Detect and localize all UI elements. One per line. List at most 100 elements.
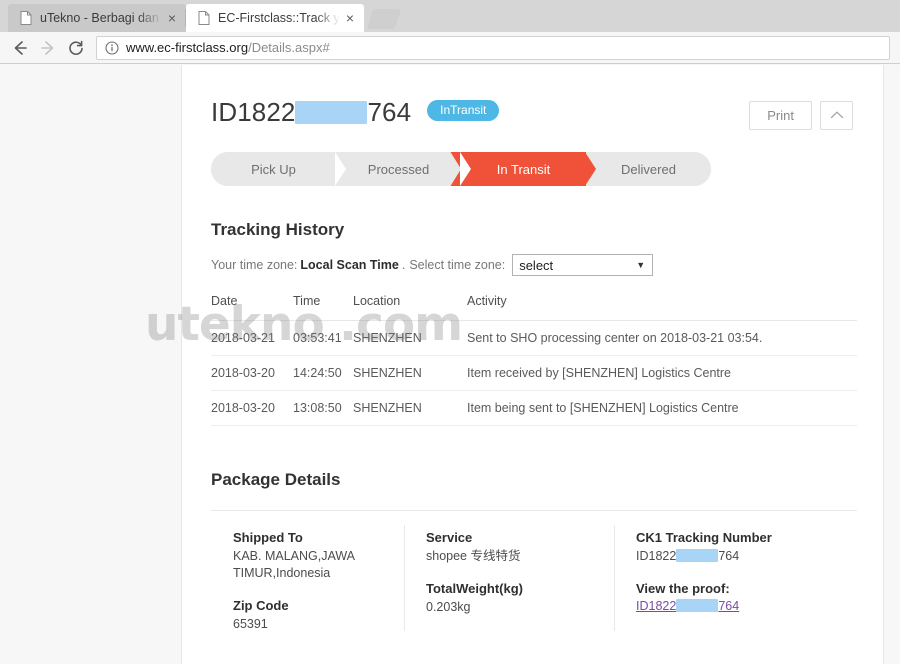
ck1-tracking-block: CK1 Tracking Number ID1822 764 <box>636 530 837 565</box>
column-header-time: Time <box>293 294 321 308</box>
proof-prefix: ID1822 <box>636 598 677 613</box>
progress-step-label: Pick Up <box>251 161 296 177</box>
cell-location: SHENZHEN <box>353 401 422 415</box>
browser-tab-2[interactable]: EC-Firstclass::Track your o × <box>186 4 364 32</box>
column-header-location: Location <box>353 294 401 308</box>
weight-block: TotalWeight(kg) 0.203kg <box>426 581 594 616</box>
info-icon[interactable] <box>105 40 119 55</box>
weight-value: 0.203kg <box>426 599 471 614</box>
ck1-prefix: ID1822 <box>636 549 677 563</box>
page-icon <box>20 11 32 25</box>
cell-time: 14:24:50 <box>293 366 342 380</box>
cell-date: 2018-03-20 <box>211 366 275 380</box>
proof-suffix: 764 <box>718 598 740 613</box>
cell-activity: Sent to SHO processing center on 2018-03… <box>467 331 763 345</box>
column-header-activity: Activity <box>467 294 507 308</box>
tracking-header-actions: Print <box>749 93 853 130</box>
reload-icon[interactable] <box>62 34 90 62</box>
progress-step-in-transit: In Transit <box>450 152 596 186</box>
cell-location: SHENZHEN <box>353 331 422 345</box>
cell-date: 2018-03-21 <box>211 331 275 345</box>
view-proof-label: View the proof: <box>636 580 730 596</box>
ck1-tracking-label: CK1 Tracking Number <box>636 530 772 545</box>
close-icon[interactable]: × <box>164 10 180 26</box>
package-column-tracking: CK1 Tracking Number ID1822 764 View the p… <box>614 525 857 633</box>
table-row: 2018-03-21 03:53:41 SHENZHEN Sent to SHO… <box>211 321 857 356</box>
progress-step-delivered: Delivered <box>586 152 711 186</box>
table-header-row: Date Time Location Activity <box>211 294 857 321</box>
service-label: Service <box>426 530 473 545</box>
tracking-history-table: Date Time Location Activity 2018-03-21 0… <box>145 294 857 426</box>
timezone-prefix-label: Your time zone: <box>211 258 298 272</box>
page-icon <box>198 11 210 25</box>
package-column-shipping: Shipped To KAB. MALANG,JAWA TIMUR,Indone… <box>211 530 404 633</box>
cell-date: 2018-03-20 <box>211 401 275 415</box>
progress-steps: Pick Up Processed In Transit Delivered <box>211 152 711 186</box>
tracking-header-left: ID1822 764 InTransit <box>211 93 749 128</box>
view-proof-block: View the proof: ID1822 764 <box>636 581 837 615</box>
close-icon[interactable]: × <box>342 10 358 26</box>
timezone-row: Your time zone: Local Scan Time . Select… <box>211 254 853 276</box>
timezone-selected-value: select <box>519 257 554 273</box>
table-row: 2018-03-20 13:08:50 SHENZHEN Item being … <box>211 391 857 426</box>
table-row: 2018-03-20 14:24:50 SHENZHEN Item receiv… <box>211 356 857 391</box>
progress-step-label: Delivered <box>621 161 676 177</box>
redaction-block <box>676 549 719 562</box>
new-tab-button[interactable] <box>366 9 402 29</box>
tab-strip: uTekno - Berbagi dan berbagi × EC-Firstc… <box>0 0 900 32</box>
browser-window: uTekno - Berbagi dan berbagi × EC-Firstc… <box>0 0 900 664</box>
service-block: Service shopee 专线特货 <box>426 530 594 565</box>
back-arrow-icon[interactable] <box>6 34 34 62</box>
collapse-button[interactable] <box>820 101 853 130</box>
page-title: ID1822 764 <box>211 97 411 128</box>
chevron-up-icon <box>830 107 844 125</box>
view-proof-link[interactable]: ID1822 764 <box>636 598 740 613</box>
browser-toolbar: www.ec-firstclass.org /Details.aspx# <box>0 32 900 64</box>
cell-activity: Item received by [SHENZHEN] Logistics Ce… <box>467 366 731 380</box>
column-header-date: Date <box>211 294 238 308</box>
ck1-tracking-value: ID1822 764 <box>636 548 837 565</box>
url-domain: www.ec-firstclass.org <box>126 40 249 55</box>
redaction-block <box>676 598 719 612</box>
browser-tab-1[interactable]: uTekno - Berbagi dan berbagi × <box>8 4 186 32</box>
cell-time: 03:53:41 <box>293 331 342 345</box>
zip-code-label: Zip Code <box>233 597 289 613</box>
timezone-dot: . <box>401 258 406 272</box>
progress-step-label: In Transit <box>496 161 551 177</box>
timezone-select-label: Select time zone: <box>409 258 506 272</box>
timezone-select[interactable]: select ▼ <box>512 254 654 276</box>
shipped-to-value: KAB. MALANG,JAWA TIMUR,Indonesia <box>233 549 355 580</box>
page-viewport: ID1822 764 InTransit Print Pick Up Proce… <box>0 65 900 664</box>
table-body: 2018-03-21 03:53:41 SHENZHEN Sent to SHO… <box>211 321 857 426</box>
browser-tab-1-title: uTekno - Berbagi dan berbagi <box>40 11 162 25</box>
package-details-grid: Shipped To KAB. MALANG,JAWA TIMUR,Indone… <box>211 510 857 633</box>
browser-tab-2-title: EC-Firstclass::Track your o <box>218 11 340 25</box>
weight-label: TotalWeight(kg) <box>426 580 524 596</box>
status-badge: InTransit <box>427 100 500 121</box>
progress-step-label: Processed <box>367 161 430 177</box>
print-button[interactable]: Print <box>749 101 812 130</box>
ck1-suffix: 764 <box>718 549 740 563</box>
progress-step-pickup: Pick Up <box>211 152 346 186</box>
zip-code-block: Zip Code 65391 <box>233 598 384 633</box>
tracking-id-suffix: 764 <box>367 97 412 127</box>
content-card: ID1822 764 InTransit Print Pick Up Proce… <box>145 65 884 664</box>
shipped-to-block: Shipped To KAB. MALANG,JAWA TIMUR,Indone… <box>233 530 384 582</box>
tracking-id-prefix: ID1822 <box>211 97 296 127</box>
tracking-history-heading: Tracking History <box>211 220 345 239</box>
url-path: /Details.aspx# <box>248 40 330 55</box>
package-column-service: Service shopee 专线特货 TotalWeight(kg) 0.20… <box>404 525 614 633</box>
step-arrow-icon <box>460 152 471 186</box>
tracking-header: ID1822 764 InTransit Print <box>211 93 853 130</box>
zip-code-value: 65391 <box>233 616 268 631</box>
package-details-heading: Package Details <box>211 470 341 489</box>
timezone-value: Local Scan Time <box>300 258 399 272</box>
address-bar[interactable]: www.ec-firstclass.org /Details.aspx# <box>96 35 890 60</box>
shipped-to-label: Shipped To <box>233 530 303 545</box>
service-value: shopee 专线特货 <box>426 549 521 563</box>
chevron-down-icon: ▼ <box>636 260 646 270</box>
cell-activity: Item being sent to [SHENZHEN] Logistics … <box>467 401 739 415</box>
step-arrow-icon <box>335 152 346 186</box>
cell-time: 13:08:50 <box>293 401 342 415</box>
forward-arrow-icon <box>34 34 62 62</box>
